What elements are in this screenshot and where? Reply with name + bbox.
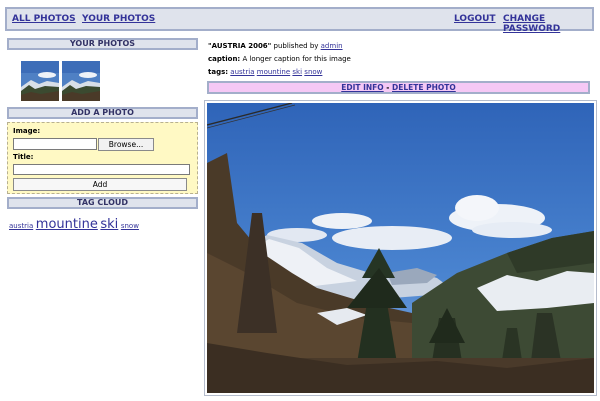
tag-link[interactable]: ski [100,217,118,232]
photo-thumbnail[interactable] [21,61,59,101]
nav-all-photos[interactable]: ALL PHOTOS [12,14,76,24]
your-photos-heading: YOUR PHOTOS [7,38,198,50]
nav-change-password[interactable]: CHANGE PASSWORD [503,14,592,34]
photo-actions-bar: EDIT INFO - DELETE PHOTO [207,81,590,94]
tag-link[interactable]: ski [292,68,302,76]
caption-label: caption: [208,55,241,63]
image-file-field[interactable] [13,138,97,150]
photo-title-line: "AUSTRIA 2006" published by admin [208,42,343,50]
tag-link[interactable]: snow [121,222,139,230]
title-label: Title: [13,153,34,161]
add-photo-heading: ADD A PHOTO [7,107,198,119]
tag-link[interactable]: mountine [257,68,290,76]
title-field[interactable] [13,164,190,175]
tag-link[interactable]: mountine [36,217,98,232]
main-photo [207,103,594,393]
nav-your-photos[interactable]: YOUR PHOTOS [82,14,155,24]
thumbnail-image [21,61,59,101]
actions-separator: - [383,83,393,92]
tag-link[interactable]: snow [304,68,322,76]
photo-caption-line: caption: A longer caption for this image [208,55,351,63]
thumbnail-image [62,61,100,101]
published-by-text: published by [271,42,321,50]
main-photo-frame [204,100,597,396]
delete-photo-link[interactable]: DELETE PHOTO [392,83,456,92]
tag-link[interactable]: austria [230,68,254,76]
add-button[interactable]: Add [13,178,187,191]
add-photo-form: Image: Browse... Title: Add [7,122,198,194]
nav-logout[interactable]: LOGOUT [454,14,496,24]
tag-link[interactable]: austria [9,222,33,230]
browse-button[interactable]: Browse... [98,138,154,151]
photo-caption: A longer caption for this image [242,55,351,63]
photo-thumbnail[interactable] [62,61,100,101]
edit-info-link[interactable]: EDIT INFO [341,83,383,92]
tag-cloud: austria mountine ski snow [9,217,139,232]
author-link[interactable]: admin [321,42,343,50]
tag-cloud-heading: TAG CLOUD [7,197,198,209]
photo-tags-line: tags: austria mountine ski snow [208,68,322,76]
top-nav-bar: ALL PHOTOS YOUR PHOTOS LOGOUT CHANGE PAS… [5,7,594,34]
tags-label: tags: [208,68,229,76]
image-label: Image: [13,127,41,135]
photo-title: "AUSTRIA 2006" [208,42,272,50]
